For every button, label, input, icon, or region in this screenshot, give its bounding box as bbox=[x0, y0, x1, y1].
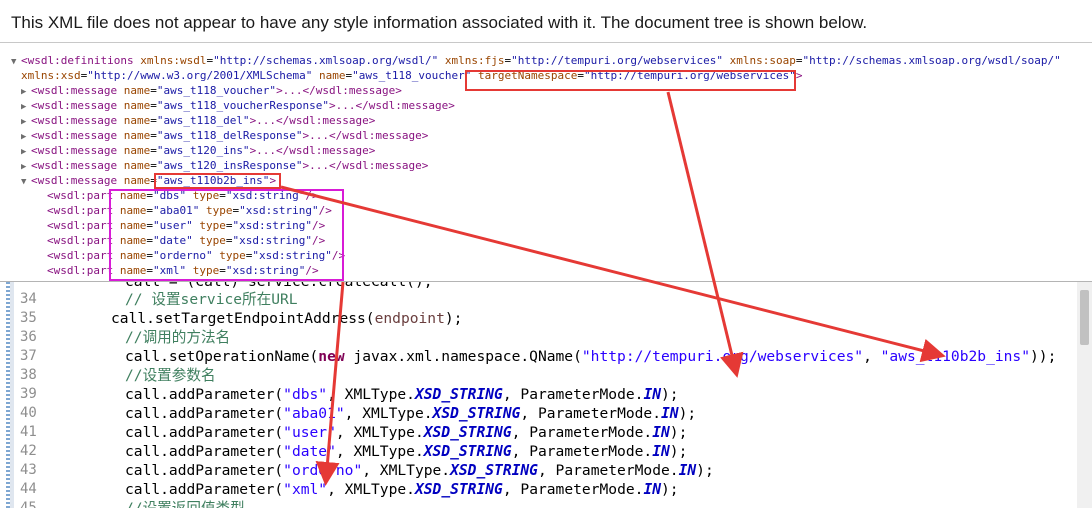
xml-attr-name: xmlns:soap bbox=[729, 54, 796, 67]
xml-message-collapsed[interactable]: ▶ <wsdl:message name="aws_t118_delRespons… bbox=[21, 128, 428, 143]
xml-message-collapsed[interactable]: ▶ <wsdl:message name="aws_t118_voucherRes… bbox=[21, 98, 455, 113]
toggle-open-icon[interactable]: ▼ bbox=[21, 175, 31, 190]
annotation-box-target-namespace bbox=[465, 70, 796, 91]
xml-tag: <wsdl:definitions bbox=[21, 54, 141, 67]
xml-attr-value: "http://www.w3.org/2001/XMLSchema" bbox=[87, 69, 313, 82]
xml-message-collapsed[interactable]: ▶ <wsdl:message name="aws_t120_ins">...</… bbox=[21, 143, 375, 158]
xml-message-collapsed[interactable]: ▶ <wsdl:message name="aws_t118_del">...</… bbox=[21, 113, 375, 128]
xml-attr-name: name bbox=[319, 69, 346, 82]
xml-attr-name: xmlns:fjs bbox=[444, 54, 505, 67]
xml-attr-value: "http://tempuri.org/webservices" bbox=[511, 54, 724, 67]
xml-message-collapsed[interactable]: ▶ <wsdl:message name="aws_t120_insRespons… bbox=[21, 158, 428, 173]
xml-attr-value: "http://schemas.xmlsoap.org/wsdl/" bbox=[213, 54, 439, 67]
xml-attr-name: xmlns:xsd bbox=[21, 69, 81, 82]
xml-attr-value: "http://schemas.xmlsoap.org/wsdl/soap/" bbox=[802, 54, 1061, 67]
toggle-open-icon[interactable]: ▼ bbox=[11, 55, 21, 70]
code-editor[interactable]: call = (Call) service.createCall(); 34//… bbox=[0, 281, 1092, 508]
xml-info-banner: This XML file does not appear to have an… bbox=[0, 0, 1092, 43]
xml-message-collapsed[interactable]: ▶ <wsdl:message name="aws_t118_voucher">.… bbox=[21, 83, 402, 98]
annotation-box-part-names bbox=[109, 189, 344, 281]
annotation-box-message-name bbox=[154, 173, 281, 189]
editor-ruler bbox=[10, 282, 14, 508]
xml-definitions-line: ▼ <wsdl:definitions xmlns:wsdl="http://sc… bbox=[11, 53, 1061, 68]
editor-scroll-thumb[interactable] bbox=[1080, 290, 1089, 345]
xml-attr-name: xmlns:wsdl bbox=[140, 54, 207, 67]
xml-attr-value: "aws_t118_voucher" bbox=[352, 69, 472, 82]
